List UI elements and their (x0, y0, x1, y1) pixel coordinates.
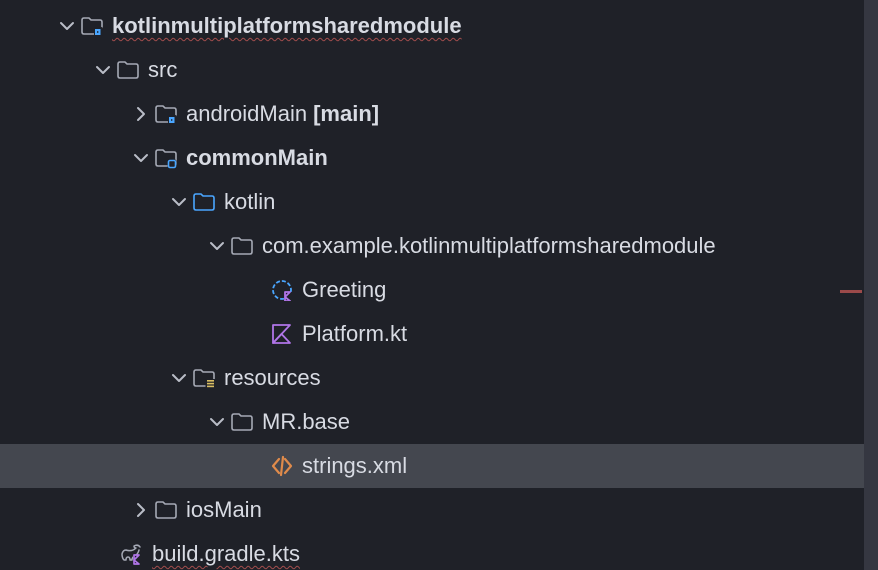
chevron-right-icon[interactable] (130, 105, 152, 123)
tree-item-label: com.example.kotlinmultiplatformsharedmod… (262, 233, 716, 259)
scrollbar[interactable] (864, 0, 878, 570)
tree-item-label: kotlinmultiplatformsharedmodule (112, 13, 462, 39)
tree-item-label: src (148, 57, 177, 83)
tree-item-root-module[interactable]: kotlinmultiplatformsharedmodule (0, 4, 878, 48)
xml-file-icon (268, 455, 296, 477)
chevron-down-icon[interactable] (206, 413, 228, 431)
tree-item-label: MR.base (262, 409, 350, 435)
module-folder-icon (78, 15, 106, 37)
error-stripe-marker[interactable] (840, 290, 862, 293)
chevron-down-icon[interactable] (206, 237, 228, 255)
source-folder-icon (152, 147, 180, 169)
kotlin-file-icon (268, 323, 296, 345)
resources-folder-icon (190, 367, 218, 389)
gradle-file-icon (118, 542, 146, 566)
folder-icon (152, 499, 180, 521)
tree-item-build-gradle[interactable]: build.gradle.kts (0, 532, 878, 570)
tree-item-label: androidMain (186, 101, 307, 127)
tree-item-label: commonMain (186, 145, 328, 171)
tree-item-label: build.gradle.kts (152, 541, 300, 567)
tree-item-greeting[interactable]: Greeting (0, 268, 878, 312)
chevron-down-icon[interactable] (168, 193, 190, 211)
tree-item-mrbase[interactable]: MR.base (0, 400, 878, 444)
folder-icon (228, 411, 256, 433)
chevron-right-icon[interactable] (130, 501, 152, 519)
tree-item-src[interactable]: src (0, 48, 878, 92)
folder-icon (114, 59, 142, 81)
tree-item-package[interactable]: com.example.kotlinmultiplatformsharedmod… (0, 224, 878, 268)
tree-item-label: kotlin (224, 189, 275, 215)
chevron-down-icon[interactable] (130, 149, 152, 167)
tree-item-kotlin[interactable]: kotlin (0, 180, 878, 224)
tree-item-label: resources (224, 365, 321, 391)
kotlin-class-icon (268, 279, 296, 301)
tree-item-platform[interactable]: Platform.kt (0, 312, 878, 356)
tree-item-strings-xml[interactable]: strings.xml (0, 444, 878, 488)
tree-item-label: Platform.kt (302, 321, 407, 347)
tree-item-label: Greeting (302, 277, 386, 303)
tree-item-resources[interactable]: resources (0, 356, 878, 400)
project-tree[interactable]: kotlinmultiplatformsharedmodule src andr… (0, 0, 878, 570)
module-folder-icon (152, 103, 180, 125)
chevron-down-icon[interactable] (56, 17, 78, 35)
tree-item-suffix: [main] (313, 101, 379, 127)
tree-item-commonmain[interactable]: commonMain (0, 136, 878, 180)
package-folder-icon (228, 235, 256, 257)
tree-item-label: iosMain (186, 497, 262, 523)
tree-item-label: strings.xml (302, 453, 407, 479)
chevron-down-icon[interactable] (92, 61, 114, 79)
chevron-down-icon[interactable] (168, 369, 190, 387)
folder-icon (190, 191, 218, 213)
tree-item-iosmain[interactable]: iosMain (0, 488, 878, 532)
tree-item-androidmain[interactable]: androidMain [main] (0, 92, 878, 136)
